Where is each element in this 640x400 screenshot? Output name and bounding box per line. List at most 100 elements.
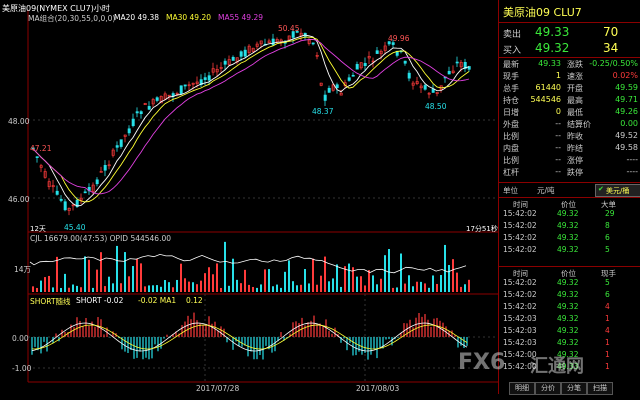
trade-volume: 29 xyxy=(605,209,615,218)
volume-bar xyxy=(292,281,294,292)
candle-body xyxy=(207,75,211,81)
trade-volume: 5 xyxy=(605,278,610,287)
annotation-high1: 50.45 xyxy=(278,24,300,33)
trade-time: 15:42:02 xyxy=(503,302,537,311)
candle-body xyxy=(423,85,427,90)
volume-bar xyxy=(64,273,66,292)
volume-bar xyxy=(168,282,170,292)
buy-volume: 34 xyxy=(603,41,619,55)
volume-bar xyxy=(72,284,74,292)
trade-price: 49.32 xyxy=(557,278,579,287)
divider xyxy=(499,182,640,183)
candle-body xyxy=(147,106,151,110)
stat-label: 跌停 xyxy=(567,168,583,177)
stat-label: 现手 xyxy=(503,72,519,81)
candle-body xyxy=(375,50,379,54)
volume-bar xyxy=(68,287,70,292)
candle-body xyxy=(243,49,247,57)
volume-bar xyxy=(400,253,402,292)
volume-bar xyxy=(112,283,114,292)
volume-bar xyxy=(264,269,266,292)
trade-row[interactable]: 15:42:02 49.32 6 xyxy=(499,233,640,244)
volume-bar xyxy=(396,287,398,292)
trade-row[interactable]: 15:42:02 49.32 4 xyxy=(499,302,640,313)
tab-detail[interactable]: 明细 xyxy=(509,382,535,395)
trade-row[interactable]: 15:42:02 49.32 6 xyxy=(499,290,640,301)
candle-body xyxy=(363,63,367,67)
trade-volume: 6 xyxy=(605,290,610,299)
stat-value: -- xyxy=(555,155,561,164)
ma20-label: MA20 49.38 xyxy=(114,13,159,22)
ma-group-label: MA组合(20,30,55,0,0,0) xyxy=(28,14,116,23)
short-tick-0: 0.00 xyxy=(12,334,29,343)
trade-row[interactable]: 15:42:02 49.32 8 xyxy=(499,221,640,232)
stat-label: 最高 xyxy=(567,96,583,105)
volume-bar xyxy=(216,263,218,292)
stat-label: 最低 xyxy=(567,108,583,117)
volume-bar xyxy=(132,266,134,292)
volume-bar xyxy=(468,279,470,292)
volume-bar xyxy=(236,279,238,292)
stat-label: 最新 xyxy=(503,60,519,69)
candle-body xyxy=(335,84,339,89)
candle-body xyxy=(323,94,327,101)
volume-bar xyxy=(456,272,458,292)
volume-bar xyxy=(428,287,430,292)
candle-body xyxy=(403,60,407,64)
volume-bar xyxy=(296,285,298,292)
unit-option-yuan[interactable]: 元/吨 xyxy=(537,185,555,196)
trade-row[interactable]: 15:42:02 49.32 29 xyxy=(499,209,640,220)
unit-select[interactable]: ✔ 美元/桶 xyxy=(595,184,640,197)
ma30-label: MA30 49.20 xyxy=(166,13,211,22)
volume-bar xyxy=(144,286,146,292)
divider xyxy=(499,197,640,198)
volume-bar xyxy=(288,260,290,292)
trade-price: 49.32 xyxy=(557,302,579,311)
countdown-label: 17分51秒 xyxy=(466,225,498,233)
trade-row[interactable]: 15:42:03 49.32 1 xyxy=(499,314,640,325)
volume-bar xyxy=(212,274,214,292)
buy-label: 买入 xyxy=(503,46,522,56)
short-header-ma1: 0.12 xyxy=(186,296,203,305)
sell-row[interactable]: 卖出 49.33 70 xyxy=(499,24,640,40)
volume-bar xyxy=(388,249,390,292)
tab-scan[interactable]: 扫描 xyxy=(587,382,613,395)
volume-bar xyxy=(368,270,370,292)
tab-ticks[interactable]: 分笔 xyxy=(561,382,587,395)
tab-price[interactable]: 分价 xyxy=(535,382,561,395)
watermark-brand-text: 汇通网 xyxy=(530,356,584,377)
candle-body xyxy=(103,165,107,171)
trade-row[interactable]: 15:42:02 49.32 5 xyxy=(499,245,640,256)
candle-body xyxy=(179,85,183,95)
chart-area[interactable]: 美原油09(NYMEX CLU7)小时 MA组合(20,30,55,0,0,0)… xyxy=(0,0,498,394)
annotation-start: 47.21 xyxy=(30,144,52,153)
trade-time: 15:42:02 xyxy=(503,245,537,254)
quote-stat-row: 日增 0 最低 49.26 xyxy=(499,107,640,119)
volume-bar xyxy=(300,284,302,292)
trade-volume: 8 xyxy=(605,221,610,230)
buy-price: 49.32 xyxy=(535,41,570,55)
volume-bar xyxy=(284,271,286,292)
candle-body xyxy=(447,70,451,75)
buy-row[interactable]: 买入 49.32 34 xyxy=(499,40,640,56)
trade-volume: 1 xyxy=(605,314,610,323)
volume-bar xyxy=(92,287,94,292)
trade-row[interactable]: 15:42:03 49.32 1 xyxy=(499,338,640,349)
volume-header: CJL 16679.00(47:53) OPID 544546.00 xyxy=(30,234,172,243)
trade-row[interactable]: 15:42:03 49.32 4 xyxy=(499,326,640,337)
volume-bar xyxy=(340,286,342,292)
volume-bar xyxy=(188,281,190,292)
quote-panel: 美原油09 CLU7 卖出 49.33 70 买入 49.32 34 最新 49.… xyxy=(498,0,640,395)
volume-bar xyxy=(360,276,362,292)
candle-body xyxy=(135,111,139,114)
volume-bar xyxy=(408,275,410,292)
trade-time: 15:42:02 xyxy=(503,278,537,287)
quote-stat-row: 杠杆 -- 跌停 ---- xyxy=(499,167,640,179)
kline-chart[interactable] xyxy=(0,0,498,394)
sell-price: 49.33 xyxy=(535,25,570,39)
trade-row[interactable]: 15:42:02 49.32 5 xyxy=(499,278,640,289)
short-header-short: SHORT -0.02 xyxy=(76,296,124,305)
volume-bar xyxy=(268,269,270,292)
stat-value: 0.00 xyxy=(620,119,638,128)
price-tick-48: 48.00 xyxy=(8,117,30,126)
